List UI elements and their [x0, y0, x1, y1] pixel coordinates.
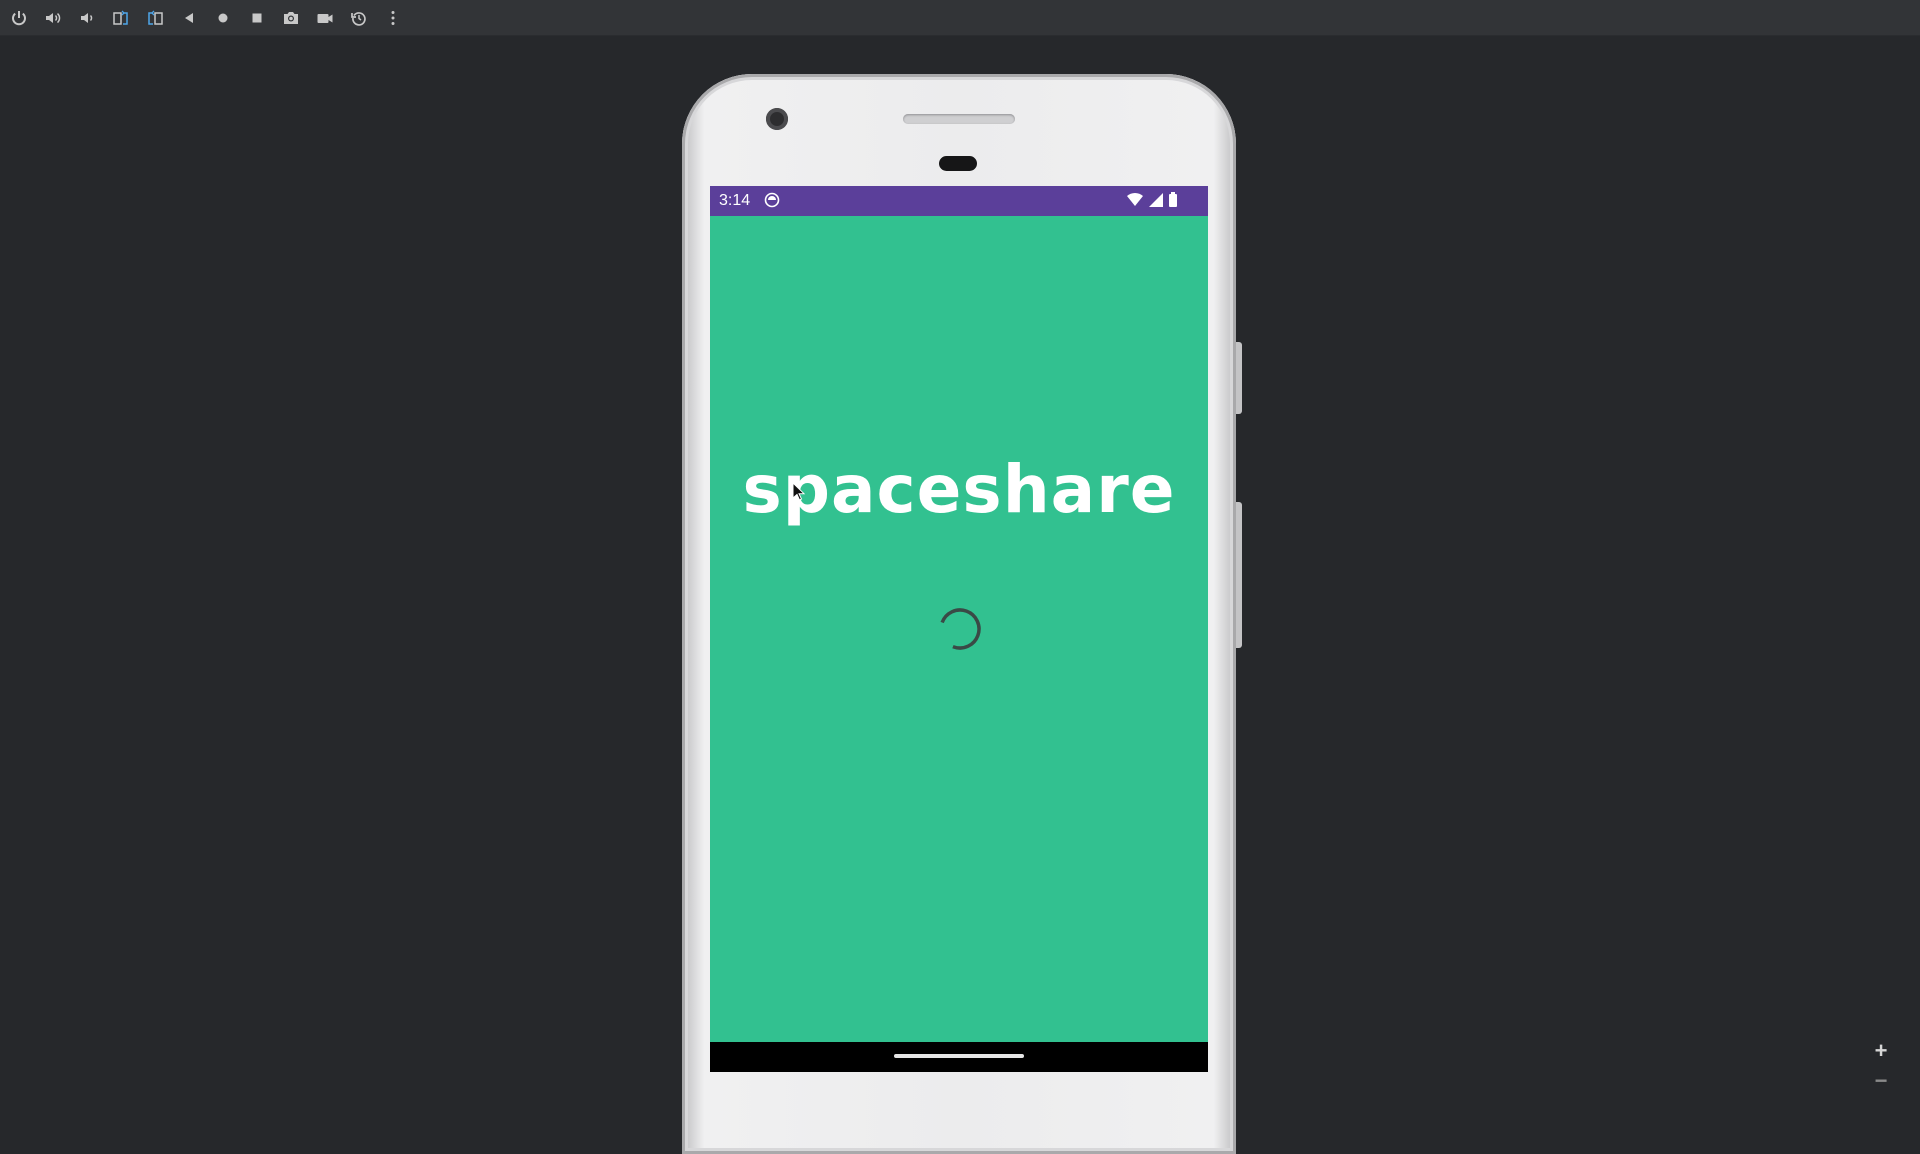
- mouse-cursor-icon: [792, 482, 806, 501]
- loading-spinner: [939, 608, 981, 650]
- volume-down-icon: [81, 13, 93, 23]
- zoom-controls: + −: [1866, 1036, 1896, 1116]
- screen-record-button[interactable]: [313, 6, 337, 30]
- device-frame: 3:14 spaceshare: [682, 74, 1242, 1154]
- signal-icon: [1149, 193, 1163, 207]
- video-camera-icon: [317, 14, 333, 23]
- status-icons: [1126, 192, 1178, 208]
- emulator-toolbar: [0, 0, 1920, 36]
- emulator-display-area: 3:14 spaceshare + −: [0, 36, 1920, 1154]
- battery-icon: [1169, 192, 1177, 207]
- app-logo-text: spaceshare: [742, 451, 1176, 528]
- earpiece-speaker: [903, 114, 1015, 124]
- rotate-left-button[interactable]: [109, 6, 133, 30]
- sync-icon: [764, 192, 780, 208]
- back-icon: [185, 13, 193, 23]
- wifi-icon: [1127, 192, 1143, 206]
- back-button[interactable]: [177, 6, 201, 30]
- power-button[interactable]: [7, 6, 31, 30]
- proximity-sensor: [939, 156, 977, 171]
- rotate-right-button[interactable]: [143, 6, 167, 30]
- camera-icon: [284, 12, 298, 24]
- zoom-out-button[interactable]: −: [1866, 1066, 1896, 1096]
- device-screen[interactable]: 3:14 spaceshare: [710, 186, 1208, 1072]
- rotate-left-icon: [113, 10, 128, 25]
- overview-button[interactable]: [245, 6, 269, 30]
- device-power-key[interactable]: [1236, 342, 1242, 414]
- snapshots-button[interactable]: [347, 6, 371, 30]
- volume-up-icon: [46, 12, 61, 24]
- front-camera: [766, 108, 788, 130]
- status-time: 3:14: [719, 192, 751, 209]
- volume-down-button[interactable]: [75, 6, 99, 30]
- zoom-in-button[interactable]: +: [1866, 1036, 1896, 1066]
- screenshot-button[interactable]: [279, 6, 303, 30]
- device-volume-key[interactable]: [1236, 502, 1242, 648]
- home-icon: [218, 13, 228, 23]
- navigation-bar: [710, 1042, 1208, 1072]
- snapshot-restore-icon: [351, 12, 366, 26]
- volume-up-button[interactable]: [41, 6, 65, 30]
- overview-icon: [252, 13, 262, 23]
- more-vertical-icon: [391, 11, 395, 25]
- more-button[interactable]: [381, 6, 405, 30]
- status-bar: 3:14: [710, 186, 1208, 216]
- home-gesture-pill[interactable]: [894, 1054, 1024, 1058]
- rotate-right-icon: [148, 10, 163, 25]
- home-button[interactable]: [211, 6, 235, 30]
- power-icon: [12, 11, 26, 26]
